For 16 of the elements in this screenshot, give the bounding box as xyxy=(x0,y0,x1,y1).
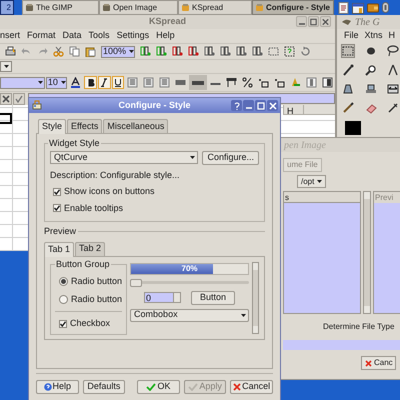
window-title: The G xyxy=(355,16,380,30)
window-title: KSpread xyxy=(148,15,186,28)
group-title: Widget Style xyxy=(48,137,101,150)
checkbox-label: Enable tooltips xyxy=(64,202,124,215)
column-header: H xyxy=(283,105,303,114)
progress-label: 70% xyxy=(180,264,199,274)
checkbox-label: Checkbox xyxy=(70,317,110,330)
description-text: Description: Configurable style... xyxy=(50,168,181,182)
preview-header: Previ xyxy=(374,192,400,203)
radio-label: Radio button xyxy=(71,275,122,288)
radio-label: Radio button xyxy=(71,292,122,306)
section-title: Preview xyxy=(44,225,76,238)
group-title: Button Group xyxy=(55,258,111,271)
window-title: Configure - Style xyxy=(118,98,190,112)
checkbox-label: Show icons on buttons xyxy=(64,185,155,198)
file-type-label: Determine File Type xyxy=(323,322,394,331)
